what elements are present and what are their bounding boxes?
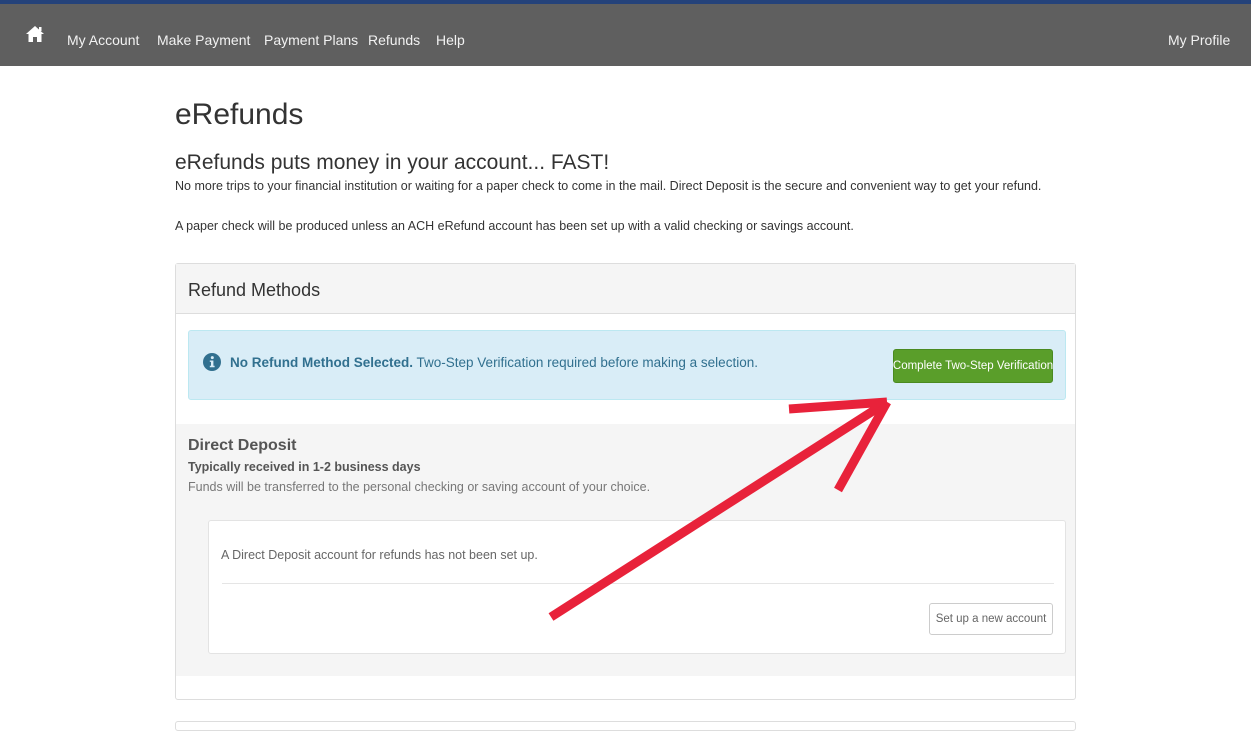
next-panel-edge [175,721,1076,731]
nav-refunds[interactable]: Refunds [368,32,420,48]
alert-bold-text: No Refund Method Selected. [230,355,414,370]
nav-my-profile[interactable]: My Profile [1168,32,1230,48]
alert-message: No Refund Method Selected. Two-Step Veri… [230,355,758,370]
home-icon[interactable] [25,25,45,43]
direct-deposit-description: Funds will be transferred to the persona… [188,480,651,494]
paper-check-paragraph: A paper check will be produced unless an… [175,219,854,233]
intro-paragraph: No more trips to your financial institut… [175,179,1042,193]
panel-title: Refund Methods [188,280,321,300]
page-title: eRefunds [175,98,304,131]
nav-help[interactable]: Help [436,32,465,48]
card-divider [222,583,1054,584]
nav-payment-plans[interactable]: Payment Plans [264,32,358,48]
no-account-message: A Direct Deposit account for refunds has… [221,548,538,562]
set-up-new-account-button[interactable]: Set up a new account [929,603,1053,635]
complete-two-step-verification-button[interactable]: Complete Two-Step Verification [893,349,1053,383]
no-refund-method-alert: No Refund Method Selected. Two-Step Veri… [188,330,1066,400]
direct-deposit-title: Direct Deposit [188,437,297,454]
direct-deposit-subtitle: Typically received in 1-2 business days [188,460,421,474]
nav-make-payment[interactable]: Make Payment [157,32,250,48]
panel-heading: Refund Methods [176,264,1075,314]
refund-methods-panel: Refund Methods No Refund Method Selected… [175,263,1076,700]
page-subtitle: eRefunds puts money in your account... F… [175,151,610,174]
nav-my-account[interactable]: My Account [67,32,139,48]
top-navbar: My Account Make Payment Payment Plans Re… [0,4,1251,66]
alert-detail-text: Two-Step Verification required before ma… [413,355,758,370]
info-icon [203,353,221,371]
direct-deposit-section: Direct Deposit Typically received in 1-2… [176,424,1075,676]
direct-deposit-account-card: A Direct Deposit account for refunds has… [208,520,1066,654]
